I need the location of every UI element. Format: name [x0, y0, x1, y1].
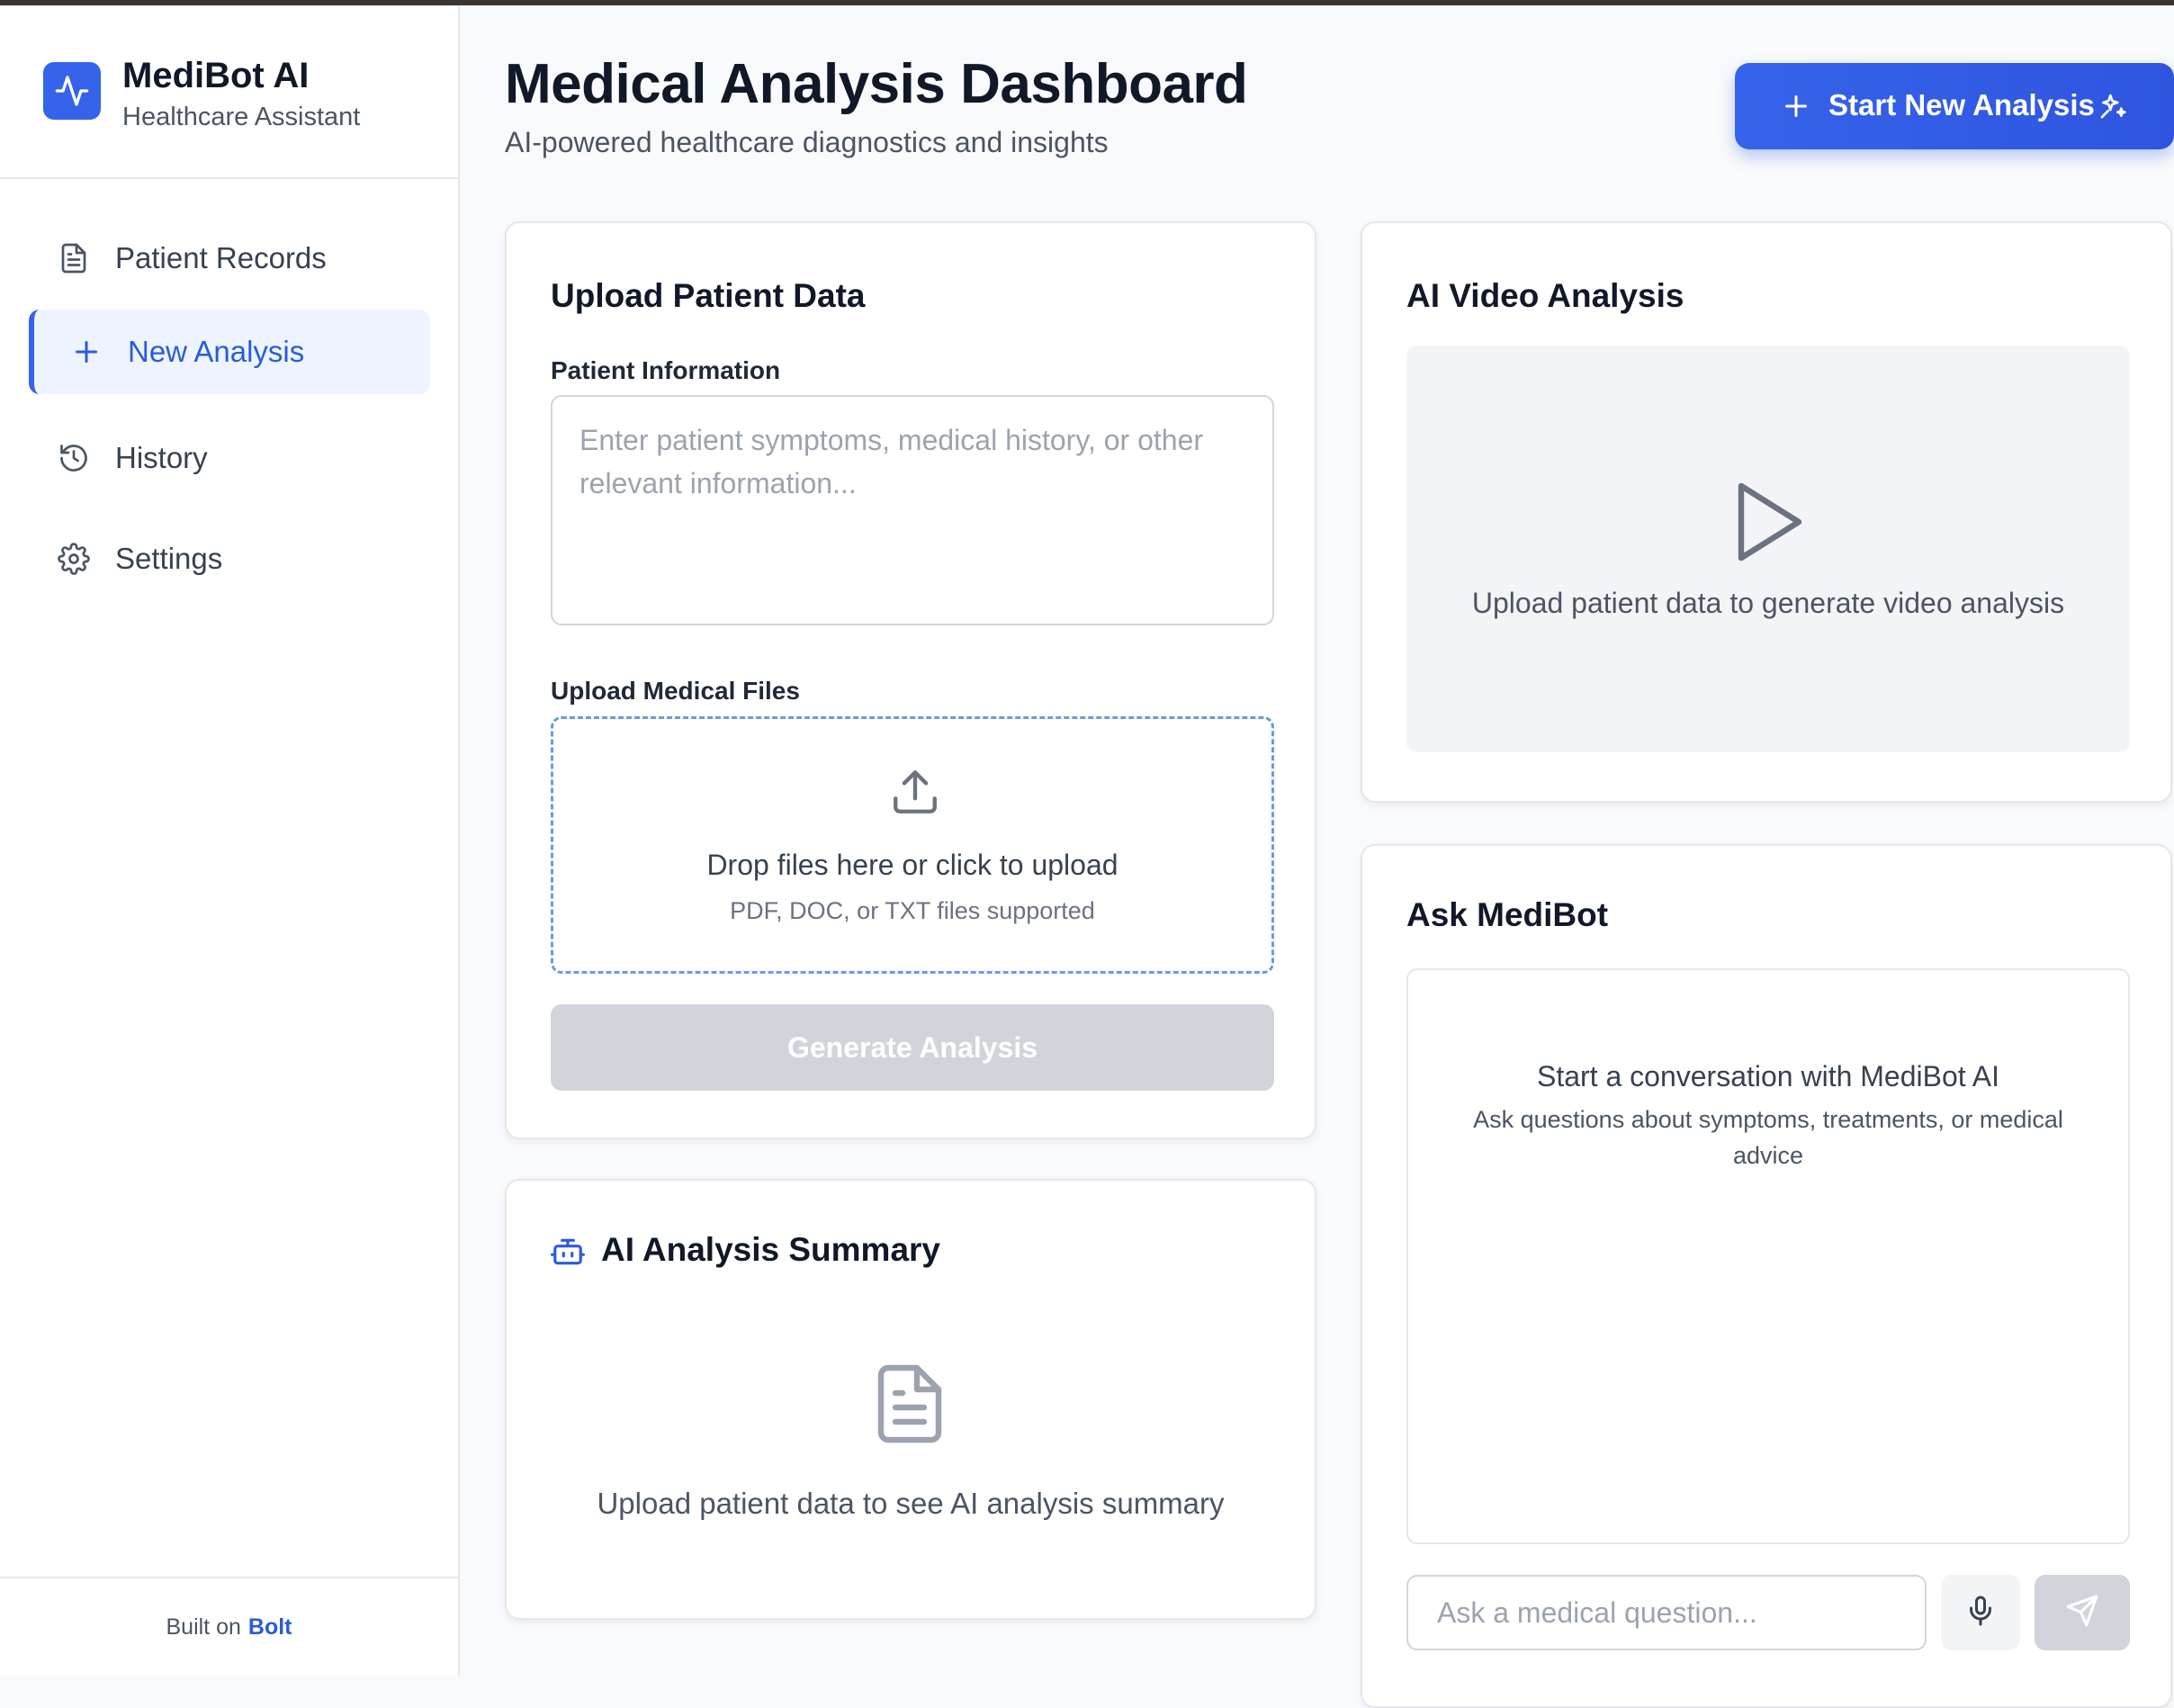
- send-icon: [2065, 1594, 2099, 1632]
- sidebar-item-label: History: [115, 441, 208, 474]
- brand-title: MediBot AI: [122, 56, 310, 95]
- dropzone-subtitle: PDF, DOC, or TXT files supported: [730, 897, 1095, 924]
- start-new-analysis-label: Start New Analysis: [1828, 88, 2095, 121]
- video-player-area[interactable]: Upload patient data to generate video an…: [1406, 346, 2130, 752]
- brand-subtitle: Healthcare Assistant: [122, 103, 361, 131]
- chat-input[interactable]: [1406, 1575, 1927, 1650]
- gear-icon: [56, 541, 92, 577]
- sparkles-icon: [2098, 92, 2127, 125]
- history-icon: [56, 440, 92, 476]
- play-icon: [1730, 479, 1806, 570]
- upload-icon: [889, 766, 941, 823]
- file-dropzone[interactable]: Drop files here or click to upload PDF, …: [551, 716, 1274, 974]
- sidebar-item-settings[interactable]: Settings: [29, 517, 430, 601]
- patient-info-textarea[interactable]: [551, 395, 1274, 625]
- sidebar-item-label: Patient Records: [115, 241, 327, 274]
- patient-info-label: Patient Information: [551, 356, 781, 384]
- bot-icon: [551, 1235, 585, 1273]
- page-title: Medical Analysis Dashboard: [505, 53, 1248, 115]
- ask-medibot-card: Ask MediBot Start a conversation with Me…: [1361, 844, 2172, 1708]
- card-title: Upload Patient Data: [551, 277, 866, 314]
- start-new-analysis-button[interactable]: Start New Analysis: [1735, 63, 2174, 149]
- sidebar-item-new-analysis[interactable]: New Analysis: [29, 310, 430, 394]
- microphone-button[interactable]: [1941, 1575, 2020, 1650]
- chat-empty-subtitle: Ask questions about symptoms, treatments…: [1473, 1106, 2063, 1169]
- send-button[interactable]: [2035, 1575, 2130, 1650]
- card-title: AI Video Analysis: [1406, 277, 1684, 314]
- sidebar-item-label: New Analysis: [128, 335, 305, 368]
- generate-analysis-button[interactable]: Generate Analysis: [551, 1004, 1274, 1091]
- file-text-icon: [56, 240, 92, 276]
- upload-patient-data-card: Upload Patient Data Patient Information …: [505, 221, 1316, 1139]
- plus-icon: [68, 334, 104, 370]
- sidebar-footer: Built on Bolt: [0, 1577, 458, 1676]
- plus-icon: [1780, 90, 1812, 127]
- dropzone-title: Drop files here or click to upload: [706, 849, 1118, 881]
- sidebar-item-history[interactable]: History: [29, 416, 430, 500]
- video-empty-text: Upload patient data to generate video an…: [1471, 587, 2065, 619]
- activity-pulse-icon: [43, 62, 101, 120]
- medical-files-label: Upload Medical Files: [551, 677, 800, 705]
- sidebar-item-patient-records[interactable]: Patient Records: [29, 216, 430, 301]
- chat-messages-area: Start a conversation with MediBot AI Ask…: [1406, 968, 2130, 1544]
- microphone-icon: [1964, 1595, 1997, 1632]
- app: MediBot AI Healthcare Assistant Patient …: [0, 5, 2174, 1708]
- sidebar-item-label: Settings: [115, 542, 223, 575]
- footer-prefix: Built on: [166, 1614, 241, 1640]
- card-title: AI Analysis Summary: [601, 1231, 941, 1268]
- brand-header: MediBot AI Healthcare Assistant: [0, 5, 458, 179]
- document-icon: [867, 1361, 953, 1452]
- chat-empty-title: Start a conversation with MediBot AI: [1536, 1060, 2000, 1092]
- bolt-link[interactable]: Bolt: [248, 1614, 292, 1641]
- ai-analysis-summary-card: AI Analysis Summary Upload patient data …: [505, 1179, 1316, 1620]
- ai-video-analysis-card: AI Video Analysis Upload patient data to…: [1361, 221, 2172, 803]
- card-title: Ask MediBot: [1406, 896, 1609, 933]
- summary-empty-text: Upload patient data to see AI analysis s…: [597, 1487, 1225, 1520]
- sidebar: MediBot AI Healthcare Assistant Patient …: [0, 5, 460, 1676]
- page-subtitle: AI-powered healthcare diagnostics and in…: [505, 126, 1109, 158]
